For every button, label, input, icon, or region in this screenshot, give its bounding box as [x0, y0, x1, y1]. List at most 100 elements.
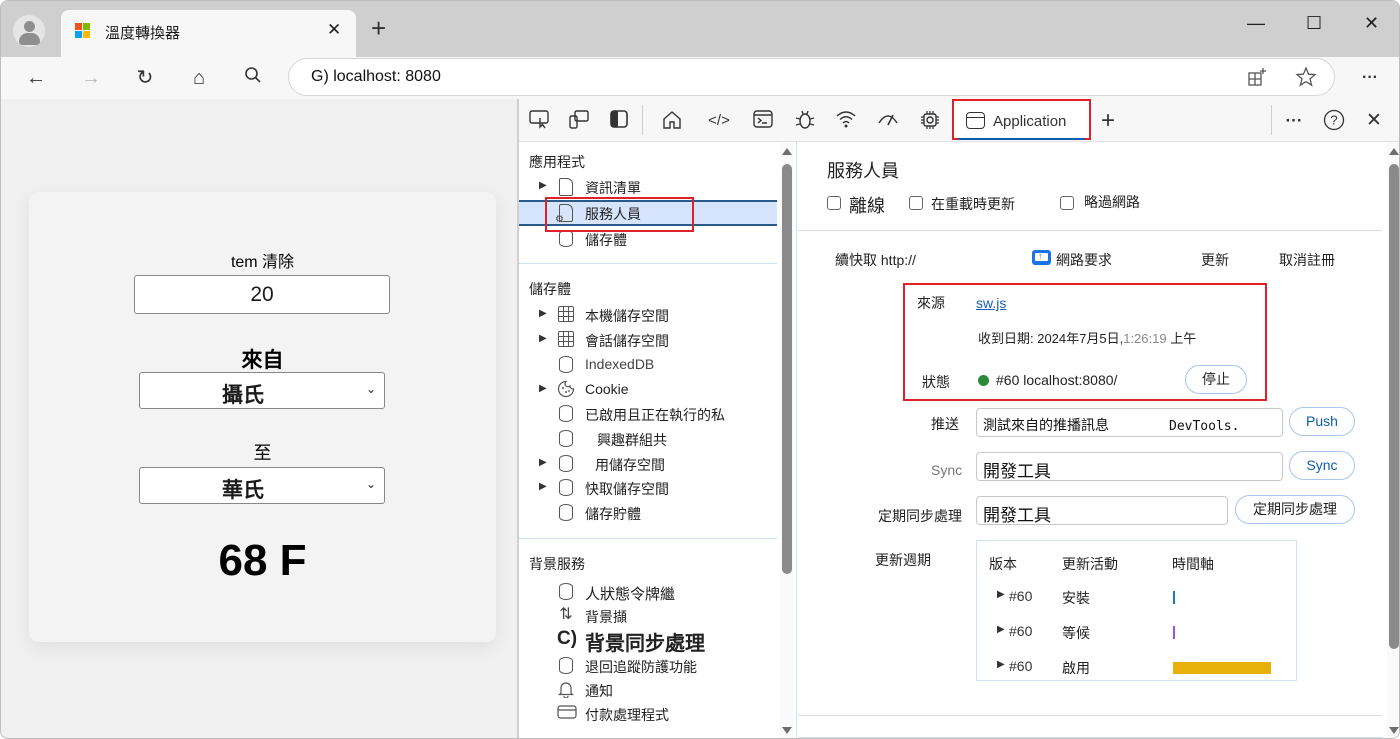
- tree-item-cookies[interactable]: ▶ Cookie: [519, 378, 777, 402]
- expand-arrow-icon[interactable]: ▶: [539, 180, 547, 191]
- cycle-activity: 啟用: [1062, 660, 1090, 676]
- help-icon[interactable]: ?: [1322, 109, 1346, 133]
- maximize-icon[interactable]: ☐: [1306, 13, 1322, 34]
- inspect-icon[interactable]: [528, 109, 552, 133]
- unregister-link[interactable]: 取消註冊: [1279, 250, 1335, 270]
- table-grid-icon: [557, 330, 575, 348]
- stop-button[interactable]: 停止: [1185, 365, 1247, 394]
- devtools-close-icon[interactable]: ✕: [1362, 109, 1386, 133]
- browser-tab[interactable]: 溫度轉換器 ✕: [61, 10, 356, 57]
- tree-item-manifest[interactable]: ▶ 資訊清單: [519, 175, 777, 199]
- update-cycle-row[interactable]: ▶ #60 啟用: [977, 656, 1296, 680]
- app-favicon-icon: [75, 23, 91, 39]
- from-unit-select[interactable]: 攝氏 ⌄: [139, 372, 385, 409]
- highlight-service-workers: [545, 197, 694, 232]
- tree-item-local-storage[interactable]: ▶ 本機儲存空間: [519, 303, 777, 327]
- sync-tag-input[interactable]: 開發工具: [976, 452, 1283, 481]
- refresh-icon[interactable]: ↻: [132, 65, 158, 91]
- update-cycle-row[interactable]: ▶ #60 等候: [977, 621, 1296, 645]
- performance-gauge-icon[interactable]: [876, 109, 900, 133]
- scroll-up-icon[interactable]: [1389, 148, 1399, 155]
- network-wifi-icon[interactable]: [834, 109, 858, 133]
- periodic-sync-input[interactable]: 開發工具: [976, 496, 1228, 525]
- tree-item-storage-buckets[interactable]: 儲存貯體: [519, 501, 777, 525]
- timeline-bar: [1173, 662, 1271, 674]
- tree-item-cache-storage[interactable]: ▶ 快取儲存空間: [519, 476, 777, 500]
- update-cycle-row[interactable]: ▶ #60 安裝: [977, 586, 1296, 610]
- search-icon[interactable]: [240, 65, 266, 91]
- temperature-input[interactable]: 20: [134, 275, 390, 314]
- scrollbar-thumb[interactable]: [1389, 164, 1399, 649]
- browser-window: 溫度轉換器 ✕ + — ☐ ✕ ← → ↻ ⌂ G) localhost: 80…: [0, 0, 1400, 739]
- tree-item-private-state-tokens[interactable]: 人狀態令牌繼: [519, 580, 777, 604]
- sources-bug-icon[interactable]: [793, 109, 817, 133]
- scroll-up-icon[interactable]: [782, 148, 792, 155]
- expand-arrow-icon[interactable]: ▶: [997, 589, 1005, 600]
- push-message-input[interactable]: 測試來自的推播訊息 DevTools.: [976, 408, 1283, 437]
- scrollbar-thumb[interactable]: [782, 164, 792, 574]
- tab-application[interactable]: Application: [952, 99, 1091, 140]
- forward-arrow-icon[interactable]: →: [78, 65, 104, 91]
- tree-item-background-fetch[interactable]: ⇅ 背景擷: [519, 604, 777, 628]
- dock-side-icon[interactable]: [607, 109, 631, 133]
- pane-title: 服務人員: [827, 161, 899, 181]
- update-link[interactable]: 更新: [1201, 250, 1229, 270]
- tree-item-payment-handler[interactable]: 付款處理程式: [519, 702, 777, 726]
- tree-item-session-storage[interactable]: ▶ 會話儲存空間: [519, 328, 777, 352]
- source-file-link[interactable]: sw.js: [976, 295, 1006, 311]
- expand-arrow-icon[interactable]: ▶: [997, 659, 1005, 670]
- new-tab-plus-icon[interactable]: +: [371, 15, 386, 41]
- network-requests-link[interactable]: 網路要求: [1056, 250, 1112, 270]
- offline-checkbox[interactable]: [827, 196, 841, 210]
- profile-avatar[interactable]: [13, 15, 45, 47]
- more-menu-icon[interactable]: ···: [1357, 65, 1383, 91]
- url-text[interactable]: G) localhost: 8080: [311, 68, 441, 86]
- conversion-result: 68 F: [218, 536, 307, 585]
- more-options-icon[interactable]: ···: [1282, 109, 1306, 133]
- sync-button[interactable]: Sync: [1289, 451, 1355, 480]
- status-text: #60 localhost:8080/: [996, 372, 1118, 388]
- column-version: 版本: [989, 556, 1017, 572]
- welcome-home-icon[interactable]: [660, 109, 684, 133]
- tree-item-bounce-tracking[interactable]: 退回追蹤防護功能: [519, 654, 777, 678]
- tree-item-interest-groups[interactable]: 興趣群組共: [519, 427, 777, 451]
- expand-arrow-icon[interactable]: ▶: [539, 481, 547, 492]
- back-arrow-icon[interactable]: ←: [23, 65, 49, 91]
- network-requests-icon: ↑: [1032, 250, 1051, 265]
- main-scrollbar[interactable]: [1387, 142, 1399, 738]
- tree-item-shared-storage[interactable]: ▶ 用儲存空間: [519, 452, 777, 476]
- add-tab-group-icon[interactable]: [1247, 67, 1267, 92]
- periodic-sync-button[interactable]: 定期同步處理: [1235, 495, 1355, 524]
- tree-item-indexeddb[interactable]: IndexedDB: [519, 353, 777, 377]
- console-icon[interactable]: [751, 109, 775, 133]
- scroll-down-icon[interactable]: [1389, 727, 1399, 734]
- device-emulation-icon[interactable]: [567, 109, 591, 133]
- favorite-star-icon[interactable]: [1295, 66, 1317, 93]
- memory-chip-icon[interactable]: [918, 109, 942, 133]
- expand-arrow-icon[interactable]: ▶: [539, 383, 547, 394]
- add-tab-plus-icon[interactable]: +: [1096, 109, 1120, 133]
- bypass-network-checkbox[interactable]: [1060, 196, 1074, 210]
- service-workers-pane: 服務人員 離線 在重載時更新 略過網路 續快取 http:// ↑ 網路要求 更…: [798, 142, 1399, 738]
- home-icon[interactable]: ⌂: [186, 65, 212, 91]
- tree-item-background-sync[interactable]: C) 背景同步處理: [519, 626, 777, 655]
- push-button[interactable]: Push: [1289, 407, 1355, 436]
- address-bar[interactable]: G) localhost: 8080: [288, 58, 1335, 96]
- update-on-reload-checkbox[interactable]: [909, 196, 923, 210]
- expand-arrow-icon[interactable]: ▶: [539, 308, 547, 319]
- elements-code-icon[interactable]: </>: [707, 109, 731, 133]
- tab-close-icon[interactable]: ✕: [327, 20, 341, 40]
- database-icon: [557, 478, 575, 496]
- chevron-down-icon: ⌄: [365, 477, 376, 491]
- window-close-icon[interactable]: ✕: [1364, 13, 1379, 34]
- tree-item-notifications[interactable]: 通知: [519, 678, 777, 702]
- scroll-down-icon[interactable]: [782, 727, 792, 734]
- to-unit-select[interactable]: 華氏 ⌄: [139, 467, 385, 504]
- expand-arrow-icon[interactable]: ▶: [539, 457, 547, 468]
- tree-item-private-state[interactable]: 已啟用且正在執行的私: [519, 402, 777, 426]
- expand-arrow-icon[interactable]: ▶: [539, 333, 547, 344]
- minimize-icon[interactable]: —: [1247, 13, 1265, 34]
- sidebar-scrollbar[interactable]: [780, 142, 794, 738]
- cookie-icon: [557, 380, 575, 398]
- expand-arrow-icon[interactable]: ▶: [997, 624, 1005, 635]
